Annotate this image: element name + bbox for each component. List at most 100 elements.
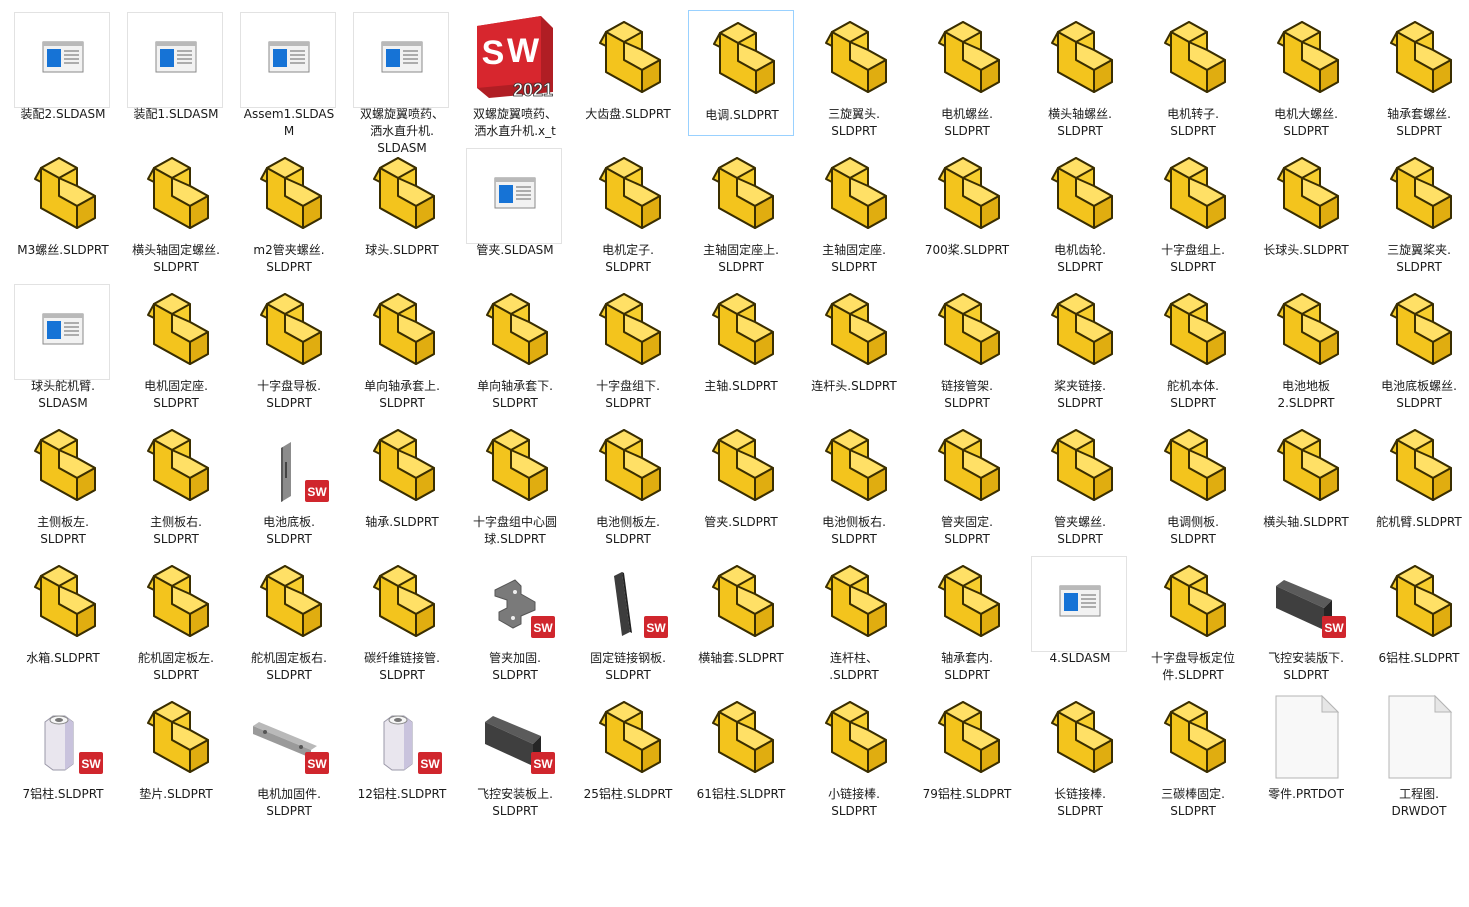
file-item[interactable]: 电机螺丝. SLDPRT [914,10,1020,138]
file-item[interactable]: 电机转子. SLDPRT [1140,10,1246,138]
file-name-label: 小链接棒. SLDPRT [828,787,880,818]
file-name-label: 电池侧板左. SLDPRT [596,515,660,546]
file-item[interactable]: 电调侧板. SLDPRT [1140,418,1246,546]
file-item[interactable]: 垫片.SLDPRT [123,690,229,816]
file-item[interactable]: 61铝柱.SLDPRT [688,690,794,816]
file-item[interactable]: 主轴固定座. SLDPRT [801,146,907,274]
file-item[interactable]: 电机固定座. SLDPRT [123,282,229,410]
part-block-icon [923,692,1011,780]
file-item[interactable]: SW 飞控安装版下. SLDPRT [1253,554,1359,682]
part-block-icon [923,284,1011,372]
file-name-label: 舵机固定板左. SLDPRT [138,651,214,682]
file-item[interactable]: 十字盘导板定位 件.SLDPRT [1140,554,1246,682]
file-item[interactable]: 电池侧板左. SLDPRT [575,418,681,546]
file-item[interactable]: 大齿盘.SLDPRT [575,10,681,136]
file-item[interactable]: 6铝柱.SLDPRT [1366,554,1469,680]
file-item[interactable]: 轴承套螺丝. SLDPRT [1366,10,1469,138]
file-item[interactable]: 长链接棒. SLDPRT [1027,690,1133,818]
file-item[interactable]: 装配2.SLDASM [10,10,116,136]
file-item[interactable]: 十字盘组下. SLDPRT [575,282,681,410]
file-item[interactable]: 三旋翼桨夹. SLDPRT [1366,146,1469,274]
file-item[interactable]: 舵机臂.SLDPRT [1366,418,1469,544]
file-item[interactable]: m2管夹螺丝. SLDPRT [236,146,342,274]
file-item[interactable]: 舵机本体. SLDPRT [1140,282,1246,410]
file-item[interactable]: 管夹.SLDPRT [688,418,794,544]
file-item[interactable]: 4.SLDASM [1027,554,1133,680]
file-item[interactable]: 电机定子. SLDPRT [575,146,681,274]
file-item[interactable]: 碳纤维链接管. SLDPRT [349,554,455,682]
file-item[interactable]: 管夹.SLDASM [462,146,568,272]
file-item[interactable]: 电机大螺丝. SLDPRT [1253,10,1359,138]
svg-text:SW: SW [1324,621,1344,635]
file-name-label: 电机转子. SLDPRT [1167,107,1219,138]
file-item[interactable]: 管夹螺丝. SLDPRT [1027,418,1133,546]
file-item[interactable]: SW 飞控安装板上. SLDPRT [462,690,568,818]
file-item[interactable]: 长球头.SLDPRT [1253,146,1359,272]
file-name-label: 管夹螺丝. SLDPRT [1054,515,1106,546]
file-item[interactable]: 25铝柱.SLDPRT [575,690,681,816]
file-item[interactable]: 79铝柱.SLDPRT [914,690,1020,816]
file-item[interactable]: 连杆头.SLDPRT [801,282,907,408]
file-item[interactable]: 工程图. DRWDOT [1366,690,1469,818]
file-item[interactable]: 轴承套内. SLDPRT [914,554,1020,682]
file-item[interactable]: 十字盘导板. SLDPRT [236,282,342,410]
part-block-icon [697,556,785,644]
file-item[interactable]: 700桨.SLDPRT [914,146,1020,272]
file-item[interactable]: 横头轴.SLDPRT [1253,418,1359,544]
file-item[interactable]: 电池地板 2.SLDPRT [1253,282,1359,410]
file-item[interactable]: 十字盘组上. SLDPRT [1140,146,1246,274]
part-block-icon [923,12,1011,100]
file-item[interactable]: 舵机固定板右. SLDPRT [236,554,342,682]
file-item[interactable]: 小链接棒. SLDPRT [801,690,907,818]
file-item[interactable]: 电池底板螺丝. SLDPRT [1366,282,1469,410]
file-item[interactable]: SW 电机加固件. SLDPRT [236,690,342,818]
file-item[interactable]: 链接管架. SLDPRT [914,282,1020,410]
file-name-label: 连杆柱、 .SLDPRT [829,651,879,682]
file-item[interactable]: 球头舵机臂. SLDASM [10,282,116,410]
file-name-label: 主轴.SLDPRT [704,379,778,393]
file-item[interactable]: 球头.SLDPRT [349,146,455,272]
file-item[interactable]: 装配1.SLDASM [123,10,229,136]
file-item[interactable]: 三旋翼头. SLDPRT [801,10,907,138]
file-item[interactable]: 横头轴螺丝. SLDPRT [1027,10,1133,138]
file-item[interactable]: 主轴固定座上. SLDPRT [688,146,794,274]
file-name-label: 三碳棒固定. SLDPRT [1161,787,1225,818]
file-name-label: 碳纤维链接管. SLDPRT [364,651,440,682]
file-item[interactable]: 电池侧板右. SLDPRT [801,418,907,546]
file-item[interactable]: SW 7铝柱.SLDPRT [10,690,116,816]
svg-text:S: S [482,34,505,72]
file-item[interactable]: SW 固定链接钢板. SLDPRT [575,554,681,682]
file-item[interactable]: 连杆柱、 .SLDPRT [801,554,907,682]
file-item[interactable]: SW 电池底板. SLDPRT [236,418,342,546]
part-block-icon [810,692,898,780]
part-block-icon [584,12,672,100]
file-item[interactable]: M3螺丝.SLDPRT [10,146,116,272]
file-item[interactable]: 舵机固定板左. SLDPRT [123,554,229,682]
dark-plate-thumb-icon: SW [584,556,672,644]
file-item[interactable]: 单向轴承套上. SLDPRT [349,282,455,410]
file-item[interactable]: 双螺旋翼喷药、 洒水直升机. SLDASM [349,10,455,155]
file-item[interactable]: 单向轴承套下. SLDPRT [462,282,568,410]
file-item[interactable]: 主侧板右. SLDPRT [123,418,229,546]
file-item[interactable]: 三碳棒固定. SLDPRT [1140,690,1246,818]
file-item[interactable]: Assem1.SLDAS M [236,10,342,138]
file-item[interactable]: 主侧板左. SLDPRT [10,418,116,546]
part-block-icon [810,284,898,372]
file-item[interactable]: 横轴套.SLDPRT [688,554,794,680]
file-item[interactable]: 电机齿轮. SLDPRT [1027,146,1133,274]
file-item[interactable]: 横头轴固定螺丝. SLDPRT [123,146,229,274]
file-name-label: 管夹.SLDPRT [704,515,778,529]
file-item[interactable]: 管夹固定. SLDPRT [914,418,1020,546]
file-item[interactable]: S W 2021 双螺旋翼喷药、 洒水直升机.x_t [462,10,568,138]
file-item[interactable]: 电调.SLDPRT [688,10,794,136]
file-name-label: 横头轴螺丝. SLDPRT [1048,107,1112,138]
file-item[interactable]: 十字盘组中心圆 球.SLDPRT [462,418,568,546]
file-item[interactable]: 零件.PRTDOT [1253,690,1359,816]
part-block-icon [132,420,220,508]
file-item[interactable]: 轴承.SLDPRT [349,418,455,544]
file-item[interactable]: 水箱.SLDPRT [10,554,116,680]
file-item[interactable]: 主轴.SLDPRT [688,282,794,408]
file-item[interactable]: 桨夹链接. SLDPRT [1027,282,1133,410]
file-item[interactable]: SW 12铝柱.SLDPRT [349,690,455,816]
file-item[interactable]: SW 管夹加固. SLDPRT [462,554,568,682]
